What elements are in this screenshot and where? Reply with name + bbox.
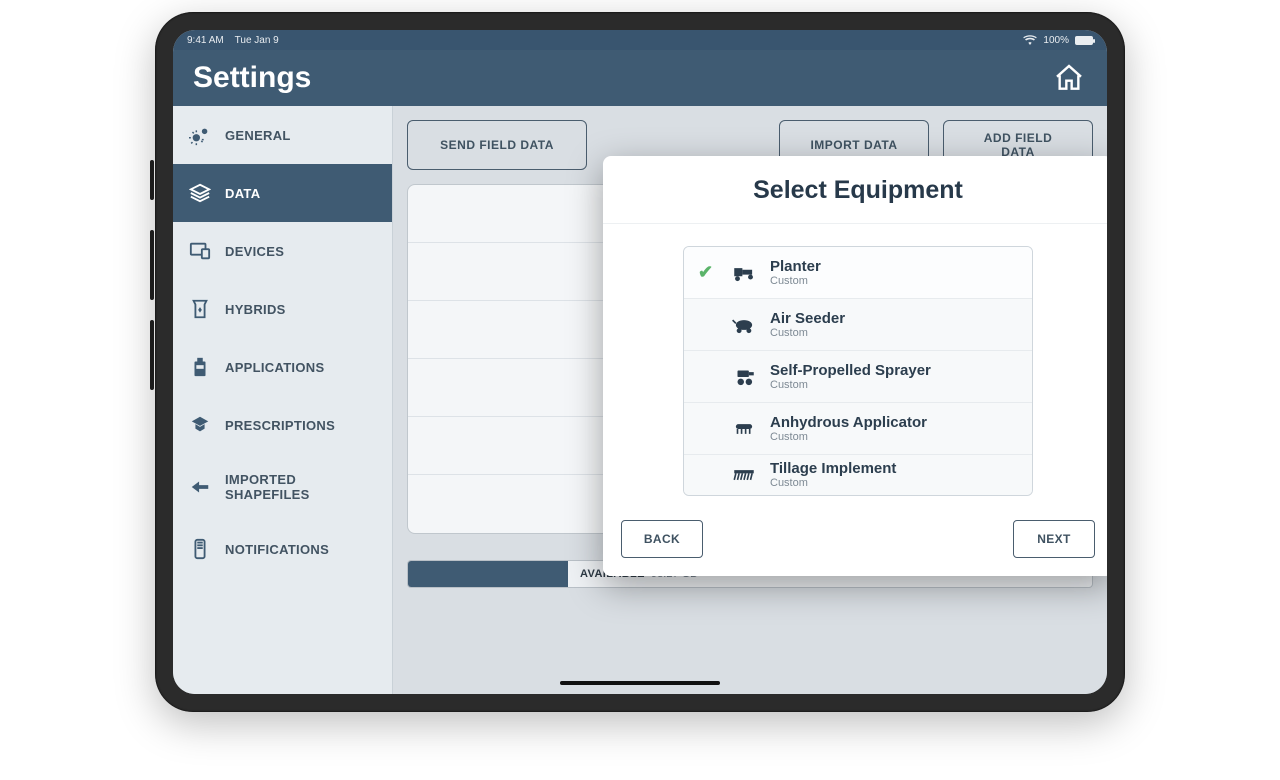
sidebar-item-prescriptions[interactable]: PRESCRIPTIONS — [173, 396, 392, 454]
tillage-icon — [730, 465, 758, 485]
sidebar-item-general[interactable]: GENERAL — [173, 106, 392, 164]
equipment-subtitle: Custom — [770, 431, 927, 444]
devices-icon — [189, 240, 211, 262]
equipment-subtitle: Custom — [770, 275, 821, 288]
storage-used — [408, 561, 568, 587]
layers-icon — [189, 182, 211, 204]
anhydrous-icon — [730, 419, 758, 439]
battery-icon — [1075, 36, 1093, 45]
equipment-title: Planter — [770, 258, 821, 275]
sidebar-item-devices[interactable]: DEVICES — [173, 222, 392, 280]
sidebar-item-applications[interactable]: APPLICATIONS — [173, 338, 392, 396]
sidebar-item-label: IMPORTED SHAPEFILES — [225, 472, 376, 502]
sidebar-item-label: NOTIFICATIONS — [225, 542, 329, 557]
equipment-subtitle: Custom — [770, 327, 845, 340]
wifi-icon — [1023, 35, 1037, 45]
equipment-list: ✔ Planter Custom — [683, 246, 1033, 496]
main-panel: SEND FIELD DATA IMPORT DATA ADD FIELD DA… — [393, 106, 1107, 694]
equipment-item-anhydrous[interactable]: Anhydrous Applicator Custom — [684, 403, 1032, 455]
sprayer-icon — [730, 367, 758, 387]
sidebar-item-label: APPLICATIONS — [225, 360, 324, 375]
app-header: Settings — [173, 50, 1107, 106]
equipment-title: Anhydrous Applicator — [770, 414, 927, 431]
gears-icon — [189, 124, 211, 146]
sidebar-item-shapefiles[interactable]: IMPORTED SHAPEFILES — [173, 454, 392, 520]
equipment-item-air-seeder[interactable]: Air Seeder Custom — [684, 299, 1032, 351]
status-date: Tue Jan 9 — [235, 35, 279, 46]
equipment-subtitle: Custom — [770, 379, 931, 392]
phone-icon — [189, 538, 211, 560]
send-field-data-button[interactable]: SEND FIELD DATA — [407, 120, 587, 170]
sidebar-item-data[interactable]: DATA — [173, 164, 392, 222]
battery-percent: 100% — [1043, 35, 1069, 46]
home-indicator[interactable] — [560, 681, 720, 685]
prescriptions-icon — [189, 414, 211, 436]
equipment-title: Air Seeder — [770, 310, 845, 327]
planter-icon — [730, 263, 758, 283]
equipment-title: Tillage Implement — [770, 460, 896, 477]
select-equipment-modal: Select Equipment ✔ Planter Custom — [603, 156, 1107, 576]
sidebar-item-label: PRESCRIPTIONS — [225, 418, 335, 433]
equipment-item-tillage[interactable]: Tillage Implement Custom — [684, 455, 1032, 495]
equipment-subtitle: Custom — [770, 477, 896, 490]
import-icon — [189, 476, 211, 498]
equipment-title: Self-Propelled Sprayer — [770, 362, 931, 379]
sidebar-item-notifications[interactable]: NOTIFICATIONS — [173, 520, 392, 578]
status-bar: 9:41 AM Tue Jan 9 100% — [173, 30, 1107, 50]
air-seeder-icon — [730, 315, 758, 335]
sidebar-item-label: DATA — [225, 186, 260, 201]
check-icon: ✔ — [698, 262, 718, 283]
page-title: Settings — [193, 61, 311, 95]
sidebar-item-hybrids[interactable]: HYBRIDS — [173, 280, 392, 338]
equipment-item-sprayer[interactable]: Self-Propelled Sprayer Custom — [684, 351, 1032, 403]
home-icon[interactable] — [1051, 60, 1087, 96]
seed-bag-icon — [189, 298, 211, 320]
tablet-frame: 9:41 AM Tue Jan 9 100% Settings GENERAL — [155, 12, 1125, 712]
equipment-item-planter[interactable]: ✔ Planter Custom — [684, 247, 1032, 299]
jug-icon — [189, 356, 211, 378]
sidebar-item-label: GENERAL — [225, 128, 291, 143]
sidebar: GENERAL DATA DEVICES HYBRIDS — [173, 106, 393, 694]
modal-title: Select Equipment — [603, 156, 1107, 224]
screen: 9:41 AM Tue Jan 9 100% Settings GENERAL — [173, 30, 1107, 694]
next-button[interactable]: NEXT — [1013, 520, 1095, 558]
back-button[interactable]: BACK — [621, 520, 703, 558]
status-time: 9:41 AM — [187, 35, 224, 46]
sidebar-item-label: DEVICES — [225, 244, 284, 259]
sidebar-item-label: HYBRIDS — [225, 302, 286, 317]
